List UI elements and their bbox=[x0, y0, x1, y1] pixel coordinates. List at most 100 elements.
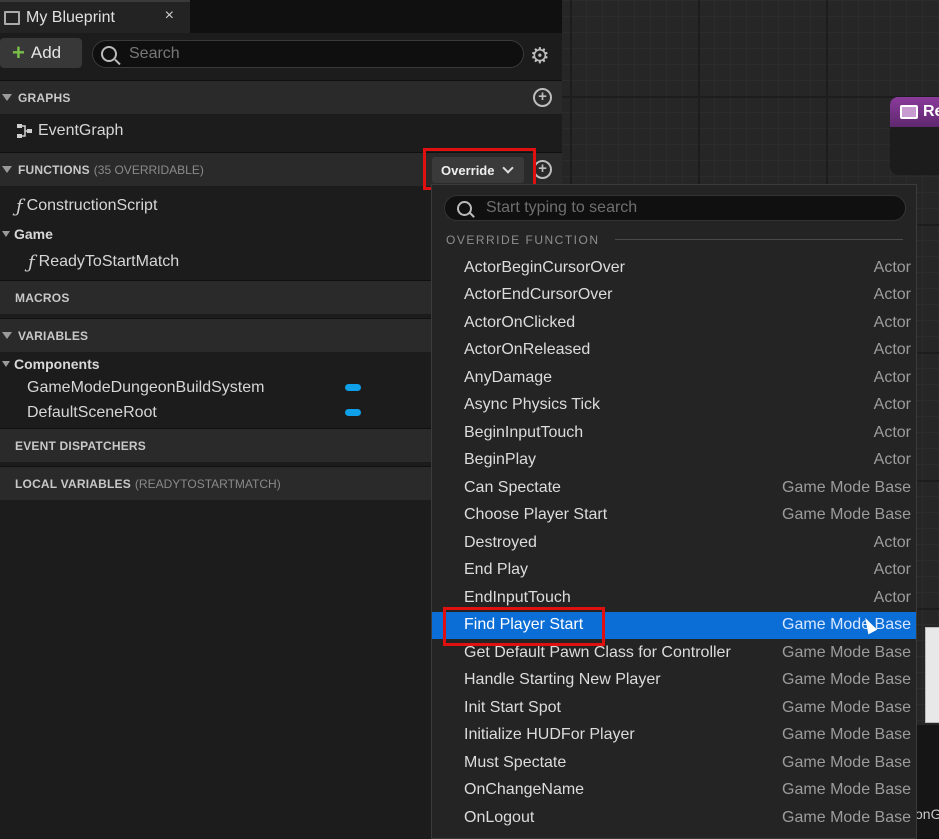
override-function-icon: ƒ bbox=[28, 251, 35, 273]
section-graphs[interactable]: GRAPHS + bbox=[0, 80, 562, 114]
function-name: BeginPlay bbox=[464, 451, 537, 469]
override-function-item[interactable]: OnLogout Game Mode Base bbox=[432, 804, 916, 832]
override-function-list: ActorBeginCursorOver Actor ActorEndCursorO… bbox=[432, 254, 916, 832]
collapse-arrow-icon bbox=[2, 361, 10, 367]
function-name: AnyDamage bbox=[464, 368, 553, 386]
dropdown-search-field[interactable] bbox=[444, 195, 906, 221]
tab-my-blueprint[interactable]: My Blueprint × bbox=[0, 0, 190, 33]
category-components[interactable]: Components bbox=[0, 353, 100, 375]
function-owner-class: Game Mode Base bbox=[782, 643, 911, 661]
variable-type-pill-icon bbox=[345, 384, 361, 391]
variable-item-label: DefaultSceneRoot bbox=[27, 404, 157, 421]
function-name: Init Start Spot bbox=[464, 698, 561, 716]
function-name: ActorOnClicked bbox=[464, 313, 576, 331]
override-function-item[interactable]: BeginInputTouch Actor bbox=[432, 419, 916, 447]
dropdown-search-input[interactable] bbox=[486, 199, 886, 217]
search-input[interactable] bbox=[129, 45, 509, 63]
function-name: Initialize HUDFor Player bbox=[464, 726, 635, 744]
function-owner-class: Actor bbox=[873, 396, 911, 414]
function-owner-class: Game Mode Base bbox=[782, 781, 911, 799]
graph-item-label: EventGraph bbox=[38, 122, 124, 139]
function-name: EndInputTouch bbox=[464, 588, 571, 606]
search-field[interactable] bbox=[92, 40, 524, 68]
event-graph-icon bbox=[17, 124, 32, 138]
function-owner-class: Actor bbox=[873, 561, 911, 579]
section-title: EVENT DISPATCHERS bbox=[15, 438, 146, 453]
search-icon bbox=[457, 200, 472, 216]
tab-title: My Blueprint bbox=[26, 8, 115, 26]
collapse-arrow-icon bbox=[2, 166, 12, 173]
function-owner-class: Actor bbox=[873, 286, 911, 304]
tooltip bbox=[925, 627, 939, 723]
divider bbox=[615, 239, 903, 240]
override-function-item[interactable]: AnyDamage Actor bbox=[432, 364, 916, 392]
override-function-item[interactable]: End Play Actor bbox=[432, 557, 916, 585]
override-function-item[interactable]: Handle Starting New Player Game Mode Base bbox=[432, 667, 916, 695]
collapse-arrow-icon bbox=[2, 231, 10, 237]
function-owner-class: Actor bbox=[873, 313, 911, 331]
function-name: Handle Starting New Player bbox=[464, 671, 661, 689]
search-icon bbox=[101, 46, 117, 62]
variable-item[interactable]: GameModeDungeonBuildSystem bbox=[27, 375, 264, 401]
override-function-dropdown: OVERRIDE FUNCTION ActorBeginCursorOverAc… bbox=[431, 184, 917, 839]
override-function-item[interactable]: ActorEndCursorOver Actor bbox=[432, 282, 916, 310]
override-function-item[interactable]: ActorOnReleased Actor bbox=[432, 337, 916, 365]
collapse-arrow-icon bbox=[2, 332, 12, 339]
graph-node-title: Re bbox=[923, 103, 939, 120]
category-label: Game bbox=[14, 226, 53, 242]
function-owner-class: Game Mode Base bbox=[782, 698, 911, 716]
override-function-item[interactable]: BeginPlay Actor bbox=[432, 447, 916, 475]
function-item-readytostartmatch[interactable]: ƒ ReadyToStartMatch bbox=[28, 249, 179, 275]
function-owner-class: Actor bbox=[873, 368, 911, 386]
override-function-item[interactable]: Destroyed Actor bbox=[432, 529, 916, 557]
override-function-item[interactable]: Must Spectate Game Mode Base bbox=[432, 749, 916, 777]
function-owner-class: Actor bbox=[873, 423, 911, 441]
function-owner-class: Game Mode Base bbox=[782, 506, 911, 524]
override-function-item[interactable]: Choose Player Start Game Mode Base bbox=[432, 502, 916, 530]
function-name: ActorBeginCursorOver bbox=[464, 258, 625, 276]
blueprint-book-icon bbox=[4, 10, 20, 25]
section-subtitle: (35 OVERRIDABLE) bbox=[93, 162, 204, 177]
variable-item[interactable]: DefaultSceneRoot bbox=[27, 400, 157, 426]
function-name: Can Spectate bbox=[464, 478, 561, 496]
function-owner-class: Game Mode Base bbox=[782, 616, 911, 634]
function-item-constructionscript[interactable]: ƒ ConstructionScript bbox=[16, 193, 157, 219]
function-name: Get Default Pawn Class for Controller bbox=[464, 643, 731, 661]
section-title: VARIABLES bbox=[18, 328, 89, 343]
function-icon: ƒ bbox=[16, 195, 23, 217]
function-owner-class: Game Mode Base bbox=[782, 753, 911, 771]
dropdown-category-label: OVERRIDE FUNCTION bbox=[446, 233, 600, 247]
function-owner-class: Game Mode Base bbox=[782, 478, 911, 496]
function-name: End Play bbox=[464, 561, 529, 579]
category-game[interactable]: Game bbox=[0, 223, 53, 245]
section-title: MACROS bbox=[15, 290, 70, 305]
collapse-arrow-icon bbox=[2, 94, 12, 101]
function-owner-class: Actor bbox=[873, 451, 911, 469]
override-function-item[interactable]: ActorOnClicked Actor bbox=[432, 309, 916, 337]
override-function-item[interactable]: Can Spectate Game Mode Base bbox=[432, 474, 916, 502]
editor-root: Re onG My Blueprint × + Add ⚙ bbox=[0, 0, 939, 839]
function-owner-class: Actor bbox=[873, 533, 911, 551]
override-function-item[interactable]: Async Physics Tick Actor bbox=[432, 392, 916, 420]
function-item-label: ReadyToStartMatch bbox=[38, 253, 180, 270]
add-graph-icon[interactable]: + bbox=[533, 88, 552, 107]
function-owner-class: Actor bbox=[873, 588, 911, 606]
override-function-item[interactable]: ActorBeginCursorOver Actor bbox=[432, 254, 916, 282]
graph-item-eventgraph[interactable]: EventGraph bbox=[16, 118, 123, 144]
graph-node[interactable]: Re bbox=[890, 97, 939, 175]
close-icon[interactable]: × bbox=[165, 7, 174, 25]
function-owner-class: Game Mode Base bbox=[782, 726, 911, 744]
graph-node-header: Re bbox=[890, 97, 939, 127]
section-title: GRAPHS bbox=[18, 90, 71, 105]
function-node-icon bbox=[900, 105, 918, 119]
override-function-item[interactable]: Initialize HUDFor Player Game Mode Base bbox=[432, 722, 916, 750]
tab-bar: My Blueprint × bbox=[0, 0, 562, 33]
add-button[interactable]: + Add bbox=[0, 38, 82, 68]
override-function-item[interactable]: Init Start Spot Game Mode Base bbox=[432, 694, 916, 722]
function-owner-class: Game Mode Base bbox=[782, 808, 911, 826]
gear-icon[interactable]: ⚙ bbox=[530, 45, 550, 67]
toolbar: + Add ⚙ bbox=[0, 33, 562, 75]
override-function-item[interactable]: OnChangeName Game Mode Base bbox=[432, 777, 916, 805]
section-title: LOCAL VARIABLES bbox=[15, 476, 131, 491]
function-name: Must Spectate bbox=[464, 753, 567, 771]
